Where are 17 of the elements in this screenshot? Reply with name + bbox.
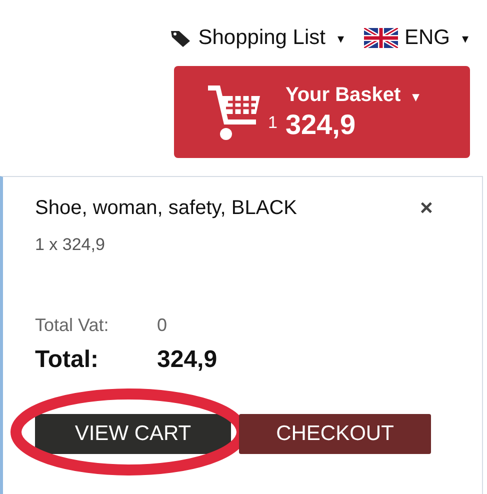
vat-value: 0: [157, 315, 168, 336]
tag-icon: [170, 29, 192, 47]
nav-menu[interactable]: ENG ▾: [364, 26, 469, 50]
cart-button[interactable]: CHECKOUT: [239, 414, 431, 454]
basket-title: Your Basket ▾: [285, 84, 420, 106]
quantity-price: 1 x 324,9: [35, 235, 106, 255]
remove-button[interactable]: ×: [420, 195, 433, 221]
total-value: 324,9: [157, 346, 218, 374]
total-label: Total:: [35, 346, 100, 374]
item-count: 1: [268, 113, 278, 133]
flag-icon: [364, 28, 398, 48]
basket-button[interactable]: 1 Your Basket ▾ 324,9: [174, 66, 470, 158]
basket-amount: 324,9: [285, 108, 357, 140]
vat-label: Total Vat:: [35, 315, 110, 336]
product-name: Shoe, woman, safety, BLACK: [35, 196, 298, 220]
nav-menu[interactable]: Shopping List ▾: [170, 26, 344, 50]
cart-button[interactable]: VIEW CART: [35, 414, 231, 454]
